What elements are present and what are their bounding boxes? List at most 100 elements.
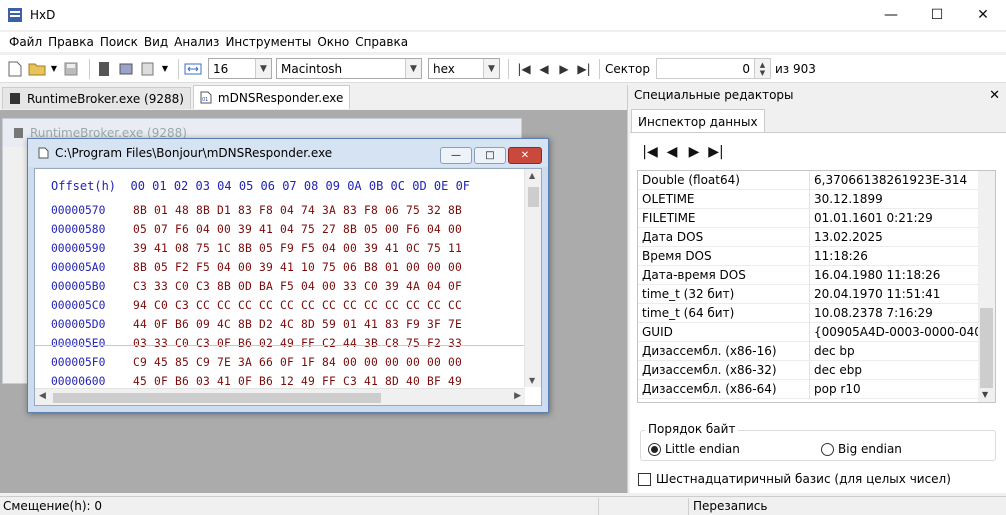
hex-horizontal-scrollbar[interactable]: ◀ ▶ [35, 388, 525, 405]
next-icon[interactable]: ▶ [683, 143, 705, 161]
offset-base-select[interactable]: hex ▼ [428, 58, 500, 79]
hex-row[interactable]: 000005C0 94 C0 C3 CC CC CC CC CC CC CC CC… [51, 296, 462, 315]
hex-row-bytes[interactable]: 39 41 08 75 1C 8B 05 F9 F5 04 00 39 41 0… [133, 242, 462, 255]
inspector-row-value[interactable]: {00905A4D-0003-0000-0400-000 [810, 323, 995, 341]
last-sector-icon[interactable]: ▶| [574, 59, 594, 79]
inspector-row[interactable]: FILETIME 01.01.1601 0:21:29 [638, 209, 995, 228]
options-icon[interactable] [139, 60, 157, 78]
inspector-row[interactable]: Дизассембл. (x86-64) pop r10 [638, 380, 995, 399]
menu-help[interactable]: Справка [352, 35, 411, 49]
hex-base-checkbox[interactable]: Шестнадцатиричный базис (для целых чисел… [638, 472, 951, 486]
first-sector-icon[interactable]: |◀ [514, 59, 534, 79]
menu-search[interactable]: Поиск [97, 35, 141, 49]
scroll-up-icon[interactable]: ▲ [529, 171, 535, 180]
hex-row-bytes[interactable]: 8B 05 F2 F5 04 00 39 41 10 75 06 B8 01 0… [133, 261, 462, 274]
inspector-row-value[interactable]: 20.04.1970 11:51:41 [810, 285, 995, 303]
hex-row-bytes[interactable]: C3 33 C0 C3 8B 0D BA F5 04 00 33 C0 39 4… [133, 280, 462, 293]
menu-analysis[interactable]: Анализ [171, 35, 222, 49]
child-maximize-button[interactable]: □ [474, 147, 506, 164]
menu-file[interactable]: Файл [6, 35, 45, 49]
scroll-down-icon[interactable]: ▼ [529, 376, 535, 385]
scroll-right-icon[interactable]: ▶ [514, 391, 521, 401]
open-folder-icon[interactable] [28, 60, 46, 78]
hex-row[interactable]: 000005B0 C3 33 C0 C3 8B 0D BA F5 04 00 33… [51, 277, 462, 296]
first-icon[interactable]: |◀ [639, 143, 661, 161]
open-disk-icon[interactable] [95, 60, 113, 78]
hex-row-bytes[interactable]: C9 45 85 C9 7E 3A 66 0F 1F 84 00 00 00 0… [133, 356, 462, 369]
grid-vertical-scrollbar[interactable]: ▼ [978, 171, 995, 402]
prev-icon[interactable]: ◀ [661, 143, 683, 161]
menu-view[interactable]: Вид [141, 35, 171, 49]
inspector-row-value[interactable]: 6,37066138261923E-314 [810, 171, 995, 189]
hex-vertical-scrollbar[interactable]: ▲ ▼ [524, 169, 541, 387]
title-bar: HxD — ☐ ✕ [0, 0, 1006, 30]
hex-row-bytes[interactable]: 05 07 F6 04 00 39 41 04 75 27 8B 05 00 F… [133, 223, 462, 236]
inspector-row-value[interactable]: 11:18:26 [810, 247, 995, 265]
child-minimize-button[interactable]: — [440, 147, 472, 164]
tab-mdnsresponder[interactable]: 01 mDNSResponder.exe [192, 85, 351, 109]
inspector-row[interactable]: GUID{00905A4D-0003-0000-0400-000 [638, 323, 995, 342]
inspector-row[interactable]: Время DOS 11:18:26 [638, 247, 995, 266]
little-endian-radio[interactable]: Little endian [648, 442, 740, 456]
prev-sector-icon[interactable]: ◀ [534, 59, 554, 79]
menu-edit[interactable]: Правка [45, 35, 97, 49]
tab-runtimebroker[interactable]: RuntimeBroker.exe (9288) [2, 87, 191, 109]
inspector-row[interactable]: time_t (64 бит) 10.08.2378 7:16:29 [638, 304, 995, 323]
maximize-button[interactable]: ☐ [914, 0, 960, 30]
hex-row-bytes[interactable]: 94 C0 C3 CC CC CC CC CC CC CC CC CC CC C… [133, 299, 462, 312]
new-file-icon[interactable] [6, 60, 24, 78]
sector-input[interactable]: 0 ▲ ▼ [655, 58, 771, 79]
save-icon[interactable] [62, 60, 80, 78]
open-ram-icon[interactable] [117, 60, 135, 78]
hex-row[interactable]: 00000570 8B 01 48 8B D1 83 F8 04 74 3A 83… [51, 201, 462, 220]
inspector-row-value[interactable]: 10.08.2378 7:16:29 [810, 304, 995, 322]
hex-row[interactable]: 000005D0 44 0F B6 09 4C 8B D2 4C 8D 59 01… [51, 315, 462, 334]
hex-row[interactable]: 00000580 05 07 F6 04 00 39 41 04 75 27 8B… [51, 220, 462, 239]
menu-tools[interactable]: Инструменты [222, 35, 314, 49]
charset-select[interactable]: Macintosh ▼ [276, 58, 422, 79]
inspector-row-value[interactable]: 30.12.1899 [810, 190, 995, 208]
inspector-row[interactable]: OLETIME 30.12.1899 [638, 190, 995, 209]
scroll-thumb[interactable] [528, 187, 539, 207]
inspector-row-value[interactable]: dec bp [810, 342, 995, 360]
hex-editor[interactable]: Offset(h) 00 01 02 03 04 05 06 07 08 09 … [34, 168, 542, 406]
big-endian-radio[interactable]: Big endian [821, 442, 902, 456]
inspector-row[interactable]: Дизассембл. (x86-16) dec bp [638, 342, 995, 361]
inspector-row-value[interactable]: 13.02.2025 [810, 228, 995, 246]
hex-row-bytes[interactable]: 8B 01 48 8B D1 83 F8 04 74 3A 83 F8 06 7… [133, 204, 462, 217]
inspector-row-value[interactable]: dec ebp [810, 361, 995, 379]
options-dropdown-icon[interactable]: ▼ [161, 60, 169, 78]
bytes-per-row-select[interactable]: 16 ▼ [208, 58, 272, 79]
inspector-row[interactable]: Дата DOS 13.02.2025 [638, 228, 995, 247]
scroll-thumb[interactable] [980, 308, 993, 388]
inspector-row[interactable]: time_t (32 бит) 20.04.1970 11:51:41 [638, 285, 995, 304]
scroll-thumb[interactable] [53, 393, 381, 403]
minimize-button[interactable]: — [868, 0, 914, 30]
hex-row-bytes[interactable]: 45 0F B6 03 41 0F B6 12 49 FF C3 41 8D 4… [133, 375, 462, 388]
spin-icon[interactable]: ▲ ▼ [753, 59, 770, 78]
hex-row-bytes[interactable]: 44 0F B6 09 4C 8B D2 4C 8D 59 01 41 83 F… [133, 318, 462, 331]
tab-data-inspector[interactable]: Инспектор данных [631, 109, 765, 133]
hex-row-bytes[interactable]: 03 33 C0 C3 0F B6 02 49 FF C2 44 3B C8 7… [133, 337, 462, 350]
hex-row[interactable]: 000005E0 03 33 C0 C3 0F B6 02 49 FF C2 44… [51, 334, 462, 353]
last-icon[interactable]: ▶| [705, 143, 727, 161]
sector-total: из 903 [774, 61, 816, 76]
hex-row[interactable]: 000005F0 C9 45 85 C9 7E 3A 66 0F 1F 84 00… [51, 353, 462, 372]
child-close-button[interactable]: ✕ [508, 147, 542, 164]
hex-row[interactable]: 00000590 39 41 08 75 1C 8B 05 F9 F5 04 00… [51, 239, 462, 258]
close-button[interactable]: ✕ [960, 0, 1006, 30]
inspector-row[interactable]: Double (float64) 6,37066138261923E-314 [638, 171, 995, 190]
menu-window[interactable]: Окно [314, 35, 352, 49]
scroll-left-icon[interactable]: ◀ [39, 391, 46, 401]
inspector-row-value[interactable]: 01.01.1601 0:21:29 [810, 209, 995, 227]
inspector-row-value[interactable]: 16.04.1980 11:18:26 [810, 266, 995, 284]
inspector-row[interactable]: Дизассембл. (x86-32) dec ebp [638, 361, 995, 380]
hex-row[interactable]: 000005A0 8B 05 F2 F5 04 00 39 41 10 75 06… [51, 258, 462, 277]
open-dropdown-icon[interactable]: ▼ [50, 60, 58, 78]
next-sector-icon[interactable]: ▶ [554, 59, 574, 79]
inspector-row-value[interactable]: pop r10 [810, 380, 995, 398]
panel-close-icon[interactable]: ✕ [989, 88, 1000, 103]
scroll-down-icon[interactable]: ▼ [982, 390, 988, 399]
hxd-app-icon [8, 8, 22, 22]
inspector-row[interactable]: Дата-время DOS 16.04.1980 11:18:26 [638, 266, 995, 285]
